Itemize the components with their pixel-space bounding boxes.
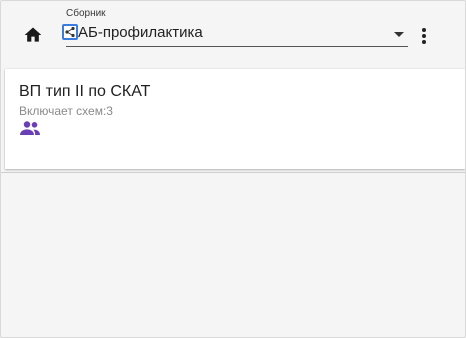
card-title: ВП тип II по СКАТ <box>19 83 151 100</box>
toolbar: Сборник АБ-профилактика <box>1 1 465 63</box>
collection-field-label: Сборник <box>66 8 106 19</box>
group-icon-wrapper <box>19 121 41 135</box>
group-icon <box>20 121 40 135</box>
collection-select-underline <box>66 46 408 47</box>
home-icon <box>24 27 42 42</box>
share-button[interactable] <box>62 24 78 40</box>
more-menu-button[interactable] <box>419 28 429 46</box>
more-vertical-icon-dot <box>422 40 426 44</box>
collection-select[interactable]: АБ-профилактика <box>78 24 203 41</box>
dropdown-arrow-icon[interactable] <box>394 32 404 37</box>
home-button[interactable] <box>23 25 43 45</box>
more-vertical-icon <box>422 28 426 32</box>
scheme-card[interactable]: ВП тип II по СКАТ Включает схем:3 <box>5 69 465 169</box>
share-icon <box>65 26 75 38</box>
app-frame: Сборник АБ-профилактика ВП тип II по СКА… <box>0 0 466 338</box>
more-vertical-icon-dot <box>422 34 426 38</box>
card-subtitle: Включает схем:3 <box>19 104 113 118</box>
list-divider <box>1 172 465 173</box>
